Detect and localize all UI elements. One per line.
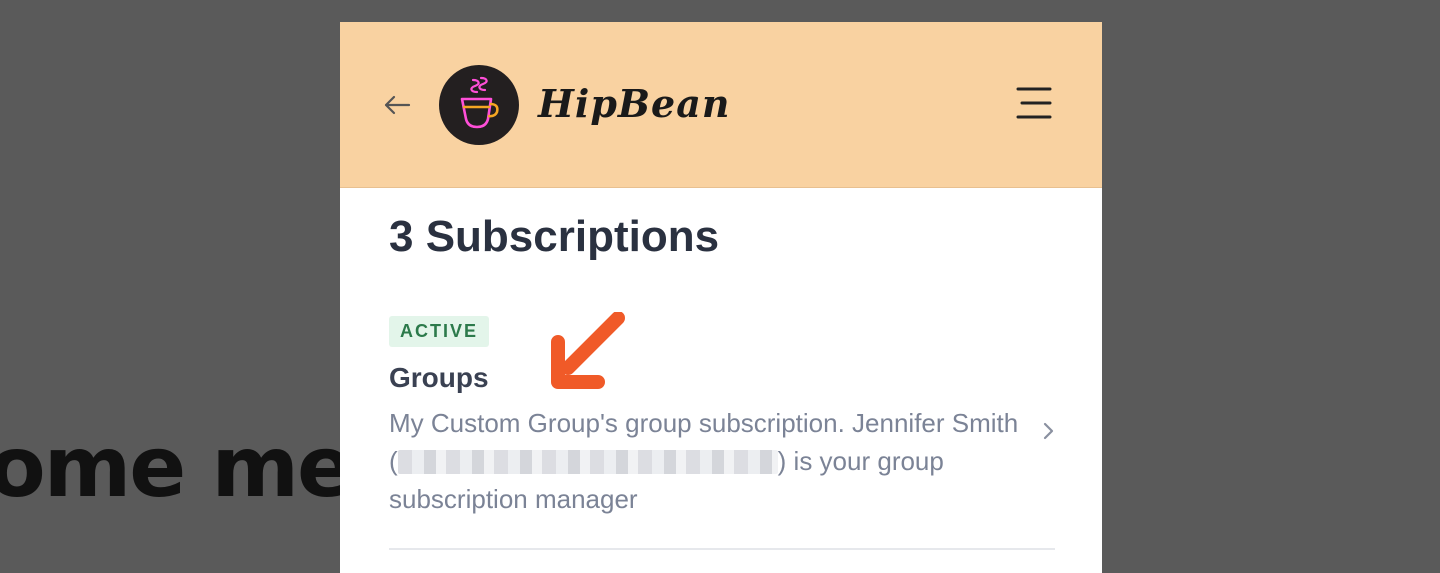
subscription-description: My Custom Group's group subscription. Je… [389,404,1029,518]
menu-button[interactable] [1014,86,1054,120]
list-divider [389,548,1055,550]
redacted-email [397,450,778,474]
subscription-list-item[interactable]: Groups My Custom Group's group subscript… [389,362,1055,542]
subscription-name: Groups [389,362,489,393]
hamburger-menu-icon [1016,87,1052,119]
chevron-right-icon [1043,422,1054,440]
coffee-cup-icon [460,76,499,129]
status-badge: ACTIVE [389,316,490,347]
page-title: 3 Subscriptions [389,212,720,261]
mobile-app-panel: HipBean 3 Subscriptions ACTIVE Groups My… [340,22,1102,573]
brand-name: HipBean [538,81,731,126]
app-header: HipBean [340,22,1102,188]
back-button[interactable] [382,90,412,120]
arrow-left-icon [384,95,411,115]
background-page-heading: ome me [0,418,354,516]
brand-logo[interactable] [439,65,519,145]
